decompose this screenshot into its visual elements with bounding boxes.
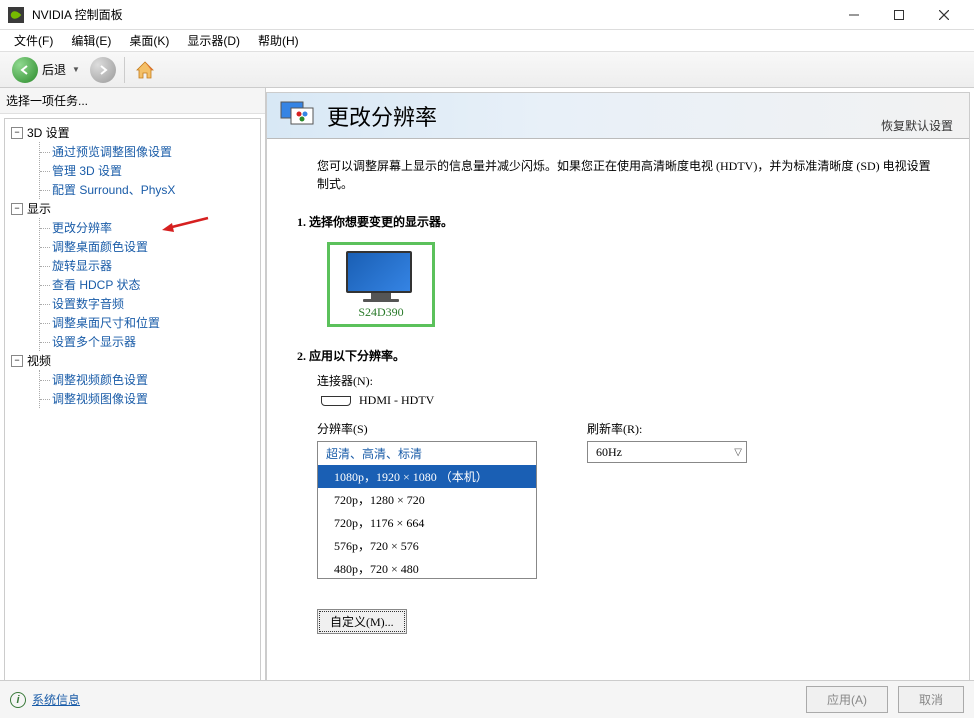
tree-item-rotate-display[interactable]: 旋转显示器 <box>52 256 258 275</box>
menu-help[interactable]: 帮助(H) <box>250 30 307 51</box>
resolution-option-480p[interactable]: 480p，720 × 480 <box>318 557 536 579</box>
tree-item-hdcp-status[interactable]: 查看 HDCP 状态 <box>52 275 258 294</box>
connector-value-row: HDMI - HDTV <box>321 393 949 408</box>
nvidia-icon <box>8 7 24 23</box>
tree-item-desktop-size-position[interactable]: 调整桌面尺寸和位置 <box>52 313 258 332</box>
back-label: 后退 <box>42 61 66 78</box>
sidebar: 选择一项任务... − 3D 设置 通过预览调整图像设置 管理 3D 设置 配置… <box>0 88 266 688</box>
tree-toggle-icon[interactable]: − <box>11 127 23 139</box>
info-icon: i <box>10 692 26 708</box>
forward-button[interactable] <box>90 57 116 83</box>
resolution-group-header: 超清、高清、标清 <box>318 442 536 465</box>
menu-file[interactable]: 文件(F) <box>6 30 61 51</box>
resolution-option-576p[interactable]: 576p，720 × 576 <box>318 534 536 557</box>
tree-item-surround-physx[interactable]: 配置 Surround、PhysX <box>52 180 258 199</box>
tree-item-change-resolution[interactable]: 更改分辨率 <box>52 218 258 237</box>
custom-resolution-button[interactable]: 自定义(M)... <box>317 609 407 634</box>
tree-item-desktop-color[interactable]: 调整桌面颜色设置 <box>52 237 258 256</box>
description-text: 您可以调整屏幕上显示的信息量并减少闪烁。如果您正在使用高清晰度电视 (HDTV)… <box>317 157 939 193</box>
window-controls <box>831 1 966 29</box>
home-button[interactable] <box>133 58 157 82</box>
sidebar-title: 选择一项任务... <box>0 88 265 114</box>
tree-group-video[interactable]: − 视频 <box>11 351 258 370</box>
apply-button[interactable]: 应用(A) <box>806 686 888 713</box>
toolbar: 后退 ▼ <box>0 52 974 88</box>
system-info-link[interactable]: i 系统信息 <box>10 691 80 708</box>
minimize-button[interactable] <box>831 1 876 29</box>
menu-edit[interactable]: 编辑(E) <box>63 30 119 51</box>
window-title: NVIDIA 控制面板 <box>32 6 831 23</box>
menu-display[interactable]: 显示器(D) <box>179 30 248 51</box>
step1-heading: 1. 选择你想要变更的显示器。 <box>297 213 949 230</box>
connector-value: HDMI - HDTV <box>359 393 434 408</box>
tree-item-preview-image[interactable]: 通过预览调整图像设置 <box>52 142 258 161</box>
task-tree: − 3D 设置 通过预览调整图像设置 管理 3D 设置 配置 Surround、… <box>4 118 261 684</box>
display-settings-icon <box>279 100 317 132</box>
content-header: 更改分辨率 恢复默认设置 <box>267 93 969 139</box>
tree-item-video-image[interactable]: 调整视频图像设置 <box>52 389 258 408</box>
footer: i 系统信息 应用(A) 取消 <box>0 680 974 718</box>
toolbar-separator <box>124 57 125 83</box>
tree-item-multi-display[interactable]: 设置多个显示器 <box>52 332 258 351</box>
back-button[interactable]: 后退 ▼ <box>6 55 86 85</box>
content-wrapper: 更改分辨率 恢复默认设置 您可以调整屏幕上显示的信息量并减少闪烁。如果您正在使用… <box>266 92 970 684</box>
content-body: 您可以调整屏幕上显示的信息量并减少闪烁。如果您正在使用高清晰度电视 (HDTV)… <box>267 139 969 683</box>
connector-label: 连接器(N): <box>317 372 949 389</box>
back-dropdown-arrow: ▼ <box>72 65 80 74</box>
monitor-selector: S24D390 <box>327 242 949 327</box>
resolution-label: 分辨率(S) <box>317 420 537 437</box>
close-button[interactable] <box>921 1 966 29</box>
tree-item-digital-audio[interactable]: 设置数字音频 <box>52 294 258 313</box>
tree-item-video-color[interactable]: 调整视频颜色设置 <box>52 370 258 389</box>
monitor-s24d390[interactable]: S24D390 <box>327 242 435 327</box>
restore-defaults-link[interactable]: 恢复默认设置 <box>881 117 953 134</box>
titlebar: NVIDIA 控制面板 <box>0 0 974 30</box>
chevron-down-icon: ▽ <box>734 447 742 458</box>
resolution-option-720p-1280[interactable]: 720p，1280 × 720 <box>318 488 536 511</box>
resolution-listbox[interactable]: 超清、高清、标清 1080p，1920 × 1080 （本机） 720p，128… <box>317 441 537 579</box>
resolution-option-720p-1176[interactable]: 720p，1176 × 664 <box>318 511 536 534</box>
monitor-label: S24D390 <box>346 305 416 320</box>
refresh-rate-label: 刷新率(R): <box>587 420 747 437</box>
page-title: 更改分辨率 <box>327 100 437 132</box>
maximize-button[interactable] <box>876 1 921 29</box>
cancel-button[interactable]: 取消 <box>898 686 964 713</box>
refresh-rate-value: 60Hz <box>596 445 622 460</box>
menubar: 文件(F) 编辑(E) 桌面(K) 显示器(D) 帮助(H) <box>0 30 974 52</box>
hdmi-icon <box>321 396 351 406</box>
tree-toggle-icon[interactable]: − <box>11 203 23 215</box>
back-arrow-icon <box>12 57 38 83</box>
main-area: 选择一项任务... − 3D 设置 通过预览调整图像设置 管理 3D 设置 配置… <box>0 88 974 688</box>
tree-group-3d[interactable]: − 3D 设置 <box>11 123 258 142</box>
tree-item-manage-3d[interactable]: 管理 3D 设置 <box>52 161 258 180</box>
menu-desktop[interactable]: 桌面(K) <box>121 30 177 51</box>
refresh-rate-dropdown[interactable]: 60Hz ▽ <box>587 441 747 463</box>
resolution-option-1080p[interactable]: 1080p，1920 × 1080 （本机） <box>318 465 536 488</box>
step2-heading: 2. 应用以下分辨率。 <box>297 347 949 364</box>
tree-group-display[interactable]: − 显示 <box>11 199 258 218</box>
tree-toggle-icon[interactable]: − <box>11 355 23 367</box>
monitor-icon <box>346 251 416 301</box>
